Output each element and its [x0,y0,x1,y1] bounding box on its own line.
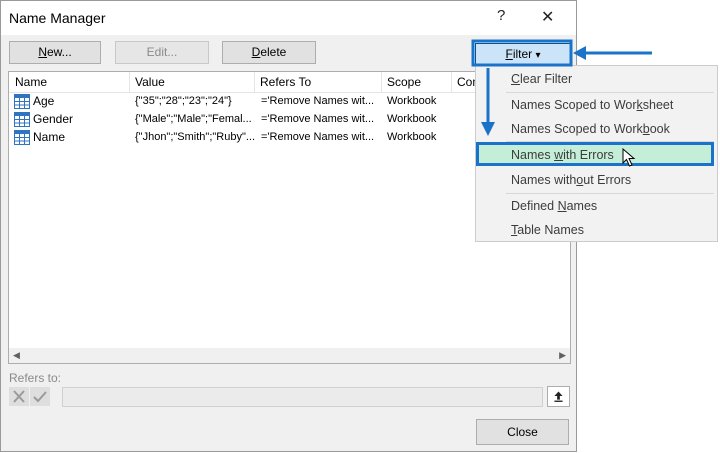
arrowhead-down-icon [481,122,495,136]
arrowhead-left-icon [573,46,586,60]
mouse-pointer-icon [622,148,636,167]
annotation-overlay [471,39,652,136]
filter-button-highlight-box [471,39,573,67]
